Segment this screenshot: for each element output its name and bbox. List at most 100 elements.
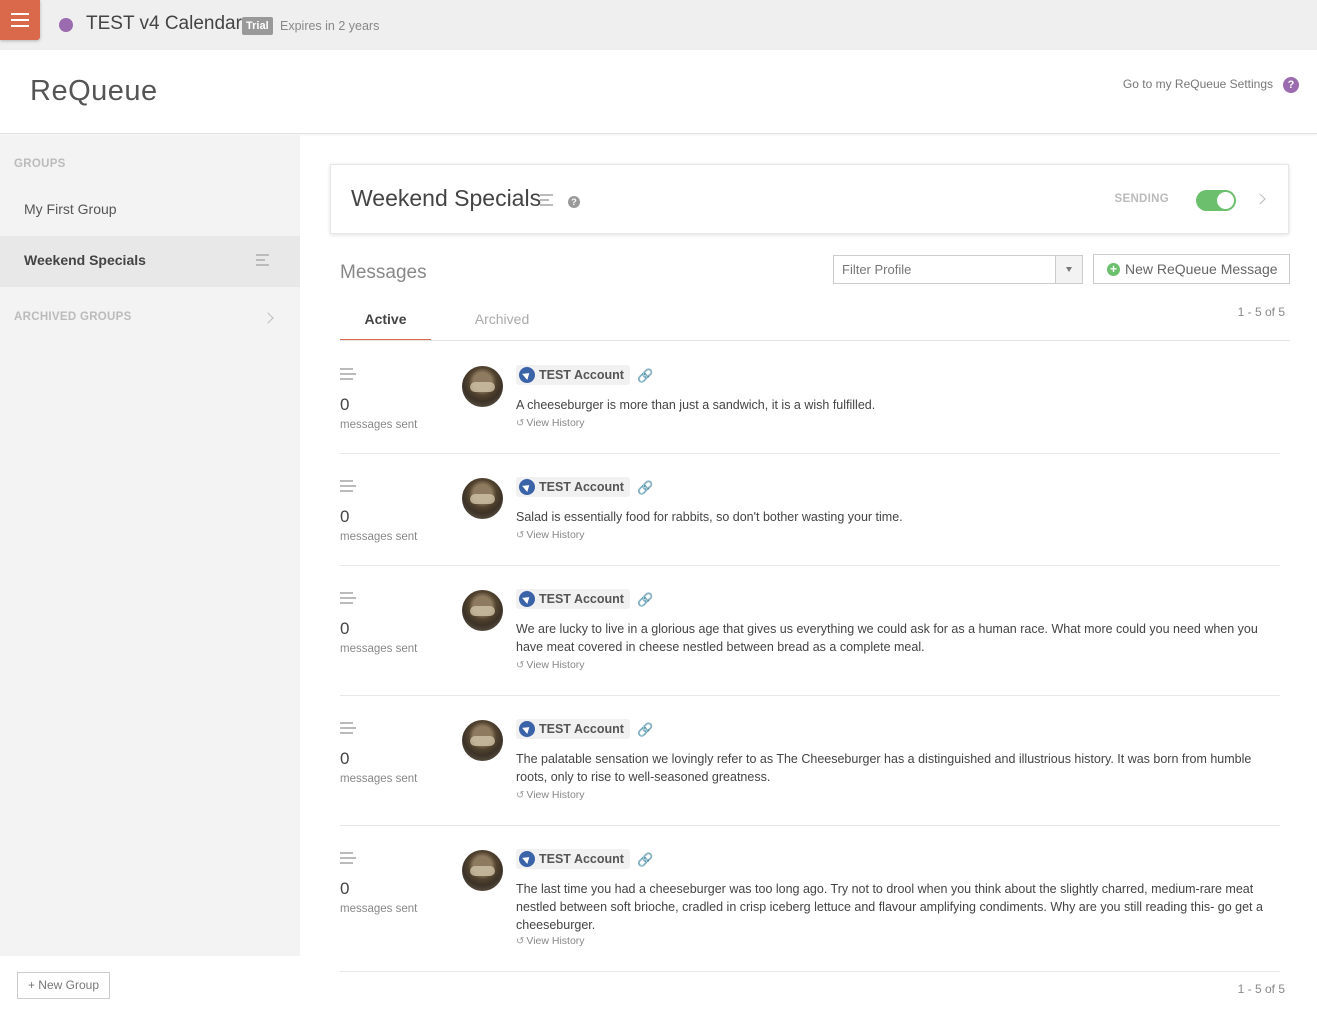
list-item: 0 messages sent TEST Account 🔗 We are lu… — [340, 589, 1280, 696]
message-text[interactable]: We are lucky to live in a glorious age t… — [516, 620, 1268, 656]
avatar — [462, 850, 503, 891]
history-label: View History — [526, 789, 585, 801]
sent-count: 0 — [340, 749, 350, 768]
group-title: Weekend Specials — [351, 185, 542, 211]
queue-lines-icon[interactable] — [340, 480, 356, 494]
archived-groups-heading[interactable]: ARCHIVED GROUPS — [14, 311, 132, 323]
view-history-link[interactable]: ↺ View History — [516, 789, 585, 801]
view-history-link[interactable]: ↺ View History — [516, 659, 585, 671]
messages-title: Messages — [340, 262, 427, 283]
sent-label: messages sent — [340, 531, 418, 543]
link-icon[interactable]: 🔗 — [637, 722, 653, 738]
account-name: TEST Account — [539, 722, 624, 736]
sent-label: messages sent — [340, 419, 418, 431]
history-icon: ↺ — [516, 790, 525, 801]
app-header: ReQueue Go to my ReQueue Settings ? — [0, 50, 1317, 134]
help-icon[interactable]: ? — [568, 196, 580, 208]
tab-active[interactable]: Active — [340, 304, 431, 341]
sidebar-item-my-first-group[interactable]: My First Group — [0, 185, 300, 235]
groups-heading: GROUPS — [14, 158, 66, 170]
queue-lines-icon — [256, 254, 270, 268]
calendar-name[interactable]: TEST v4 Calendar — [86, 13, 242, 35]
account-pill: TEST Account — [516, 477, 630, 497]
app-logo: ReQueue — [30, 75, 158, 107]
new-message-label: New ReQueue Message — [1125, 261, 1278, 277]
sent-count: 0 — [340, 395, 350, 414]
message-text[interactable]: The palatable sensation we lovingly refe… — [516, 750, 1268, 786]
sidebar-item-weekend-specials[interactable]: Weekend Specials — [0, 236, 300, 286]
new-group-button[interactable]: + New Group — [17, 972, 110, 999]
queue-lines-icon[interactable] — [340, 852, 356, 866]
link-icon[interactable]: 🔗 — [637, 852, 653, 868]
history-icon: ↺ — [516, 530, 525, 541]
sent-count: 0 — [340, 619, 350, 638]
avatar — [462, 590, 503, 631]
queue-lines-icon[interactable] — [340, 722, 356, 736]
view-history-link[interactable]: ↺ View History — [516, 529, 585, 541]
list-item: 0 messages sent TEST Account 🔗 The last … — [340, 849, 1280, 972]
chevron-right-icon[interactable] — [1254, 193, 1266, 205]
tabs-divider — [340, 340, 1290, 341]
expires-text: Expires in 2 years — [280, 19, 380, 33]
twitter-icon — [519, 479, 535, 495]
top-bar: TEST v4 Calendar Trial Expires in 2 year… — [0, 0, 1317, 50]
queue-lines-icon[interactable] — [340, 592, 356, 606]
group-header-card: Weekend Specials ? SENDING — [330, 164, 1289, 234]
help-icon[interactable]: ? — [1283, 77, 1299, 93]
sent-count: 0 — [340, 507, 350, 526]
history-icon: ↺ — [516, 936, 525, 947]
hamburger-menu-icon[interactable] — [0, 0, 40, 40]
filter-profile-select[interactable]: Filter Profile — [833, 255, 1083, 284]
message-text[interactable]: A cheeseburger is more than just a sandw… — [516, 396, 1268, 414]
account-name: TEST Account — [539, 368, 624, 382]
sent-label: messages sent — [340, 773, 418, 785]
account-pill: TEST Account — [516, 719, 630, 739]
avatar — [462, 720, 503, 761]
twitter-icon — [519, 721, 535, 737]
sidebar: GROUPS My First Group Weekend Specials A… — [0, 135, 300, 956]
queue-lines-icon — [540, 194, 554, 208]
queue-lines-icon[interactable] — [340, 368, 356, 382]
new-requeue-message-button[interactable]: + New ReQueue Message — [1093, 254, 1290, 284]
message-text[interactable]: The last time you had a cheeseburger was… — [516, 880, 1268, 934]
account-pill: TEST Account — [516, 849, 630, 869]
avatar — [462, 478, 503, 519]
list-item: 0 messages sent TEST Account 🔗 Salad is … — [340, 477, 1280, 566]
avatar — [462, 366, 503, 407]
dropdown-arrow[interactable] — [1055, 256, 1082, 283]
link-icon[interactable]: 🔗 — [637, 368, 653, 384]
twitter-icon — [519, 367, 535, 383]
sent-label: messages sent — [340, 643, 418, 655]
chevron-right-icon[interactable] — [262, 312, 274, 324]
account-pill: TEST Account — [516, 589, 630, 609]
pagination-count: 1 - 5 of 5 — [1237, 982, 1285, 996]
view-history-link[interactable]: ↺ View History — [516, 935, 585, 947]
message-text[interactable]: Salad is essentially food for rabbits, s… — [516, 508, 1268, 526]
account-name: TEST Account — [539, 480, 624, 494]
list-item: 0 messages sent TEST Account 🔗 The palat… — [340, 719, 1280, 826]
settings-link[interactable]: Go to my ReQueue Settings — [1123, 77, 1273, 91]
account-name: TEST Account — [539, 852, 624, 866]
link-icon[interactable]: 🔗 — [637, 592, 653, 608]
trial-badge: Trial — [242, 17, 273, 35]
sent-label: messages sent — [340, 903, 418, 915]
link-icon[interactable]: 🔗 — [637, 480, 653, 496]
calendar-color-dot — [59, 18, 73, 32]
history-icon: ↺ — [516, 660, 525, 671]
tab-archived[interactable]: Archived — [459, 304, 545, 341]
twitter-icon — [519, 851, 535, 867]
history-label: View History — [526, 935, 585, 947]
list-item: 0 messages sent TEST Account 🔗 A cheeseb… — [340, 365, 1280, 454]
plus-circle-icon: + — [1107, 263, 1120, 276]
history-label: View History — [526, 417, 585, 429]
filter-placeholder: Filter Profile — [842, 262, 912, 277]
sidebar-item-label: My First Group — [24, 201, 117, 217]
history-label: View History — [526, 529, 585, 541]
account-pill: TEST Account — [516, 365, 630, 385]
sending-toggle[interactable] — [1196, 190, 1236, 211]
view-history-link[interactable]: ↺ View History — [516, 417, 585, 429]
sent-count: 0 — [340, 879, 350, 898]
chevron-down-icon — [1066, 267, 1072, 272]
sending-label: SENDING — [1114, 193, 1169, 205]
account-name: TEST Account — [539, 592, 624, 606]
